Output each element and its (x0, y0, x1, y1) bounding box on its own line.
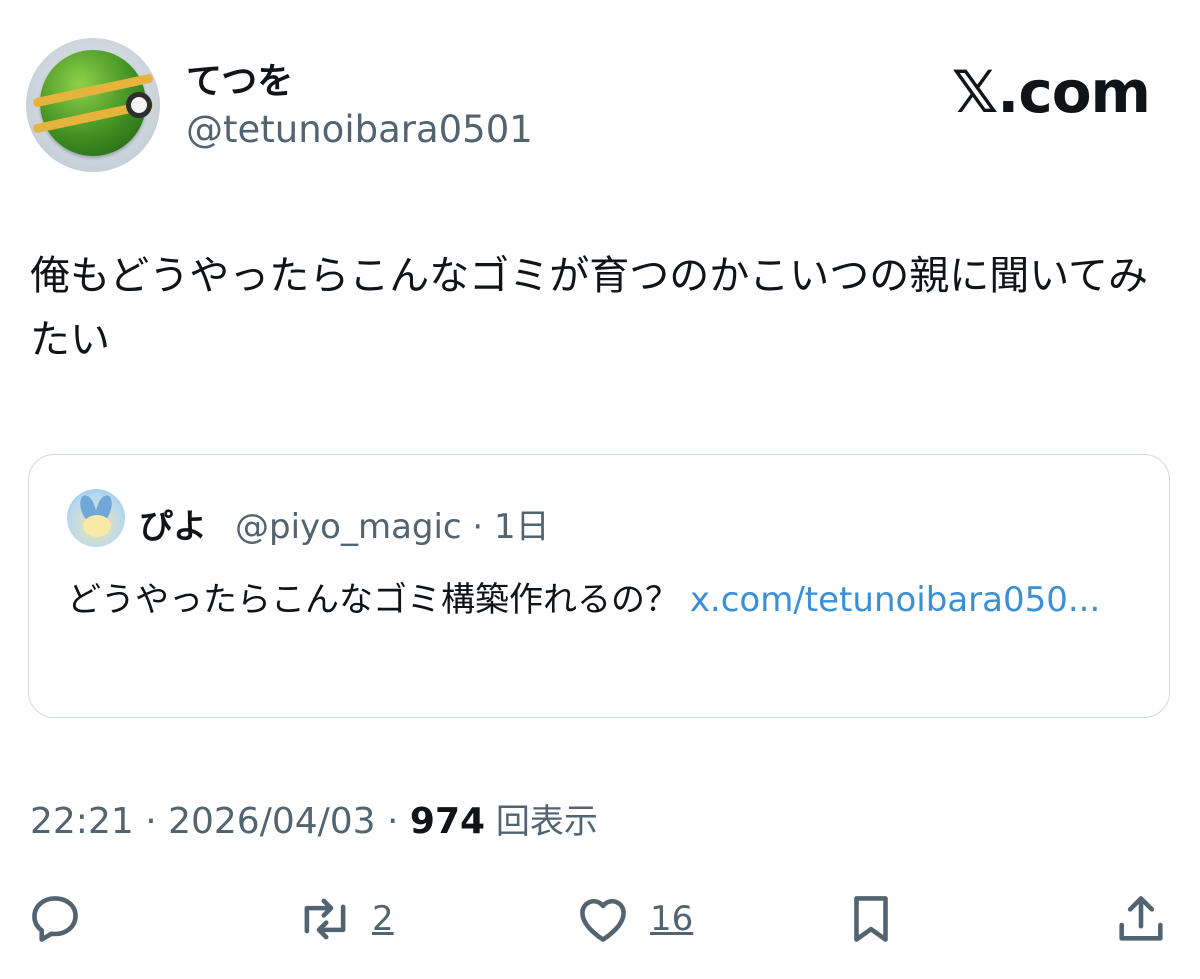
quote-link[interactable]: x.com/tetunoibara050... (690, 580, 1100, 620)
repost-count[interactable]: 2 (372, 899, 394, 939)
author-display-name[interactable]: てつを (186, 52, 293, 104)
view-count: 974 (409, 801, 486, 842)
reply-icon (32, 896, 78, 942)
quote-display-name: ぴよ (139, 507, 207, 547)
author-handle[interactable]: @tetunoibara0501 (186, 108, 533, 151)
view-count-suffix: 回表示 (485, 802, 598, 842)
author-avatar[interactable] (26, 38, 160, 172)
repost-icon (304, 898, 346, 940)
quoted-post-card[interactable]: ぴよ @piyo_magic · 1日 どうやったらこんなゴミ構築作れるの？ x… (28, 454, 1170, 718)
quote-text-body: どうやったらこんなゴミ構築作れるの？ (67, 580, 690, 620)
repost-button[interactable]: 2 (296, 890, 394, 948)
quote-text: どうやったらこんなゴミ構築作れるの？ x.com/tetunoibara050.… (67, 571, 1127, 629)
share-button[interactable] (1112, 890, 1170, 948)
post-timestamp[interactable]: 22:21 · 2026/04/03 · (30, 801, 410, 842)
x-com-logo: 𝕏.com (951, 58, 1151, 126)
bookmark-button[interactable] (842, 890, 900, 948)
share-icon (1119, 896, 1163, 941)
post-text: 俺もどうやったらこんなゴミが育つのかこいつの親に聞いてみたい (30, 253, 1148, 363)
like-count[interactable]: 16 (650, 899, 693, 939)
quote-handle-and-time: @piyo_magic · 1日 (235, 507, 550, 547)
action-bar: 2 16 (0, 880, 1200, 960)
post-meta: 22:21 · 2026/04/03 · 974 回表示 (30, 794, 598, 843)
like-button[interactable]: 16 (574, 890, 693, 948)
bookmark-icon (854, 896, 888, 942)
ball-avatar-icon (32, 50, 154, 156)
reply-button[interactable] (26, 890, 84, 948)
quote-avatar[interactable] (67, 489, 125, 547)
heart-icon (580, 898, 626, 942)
